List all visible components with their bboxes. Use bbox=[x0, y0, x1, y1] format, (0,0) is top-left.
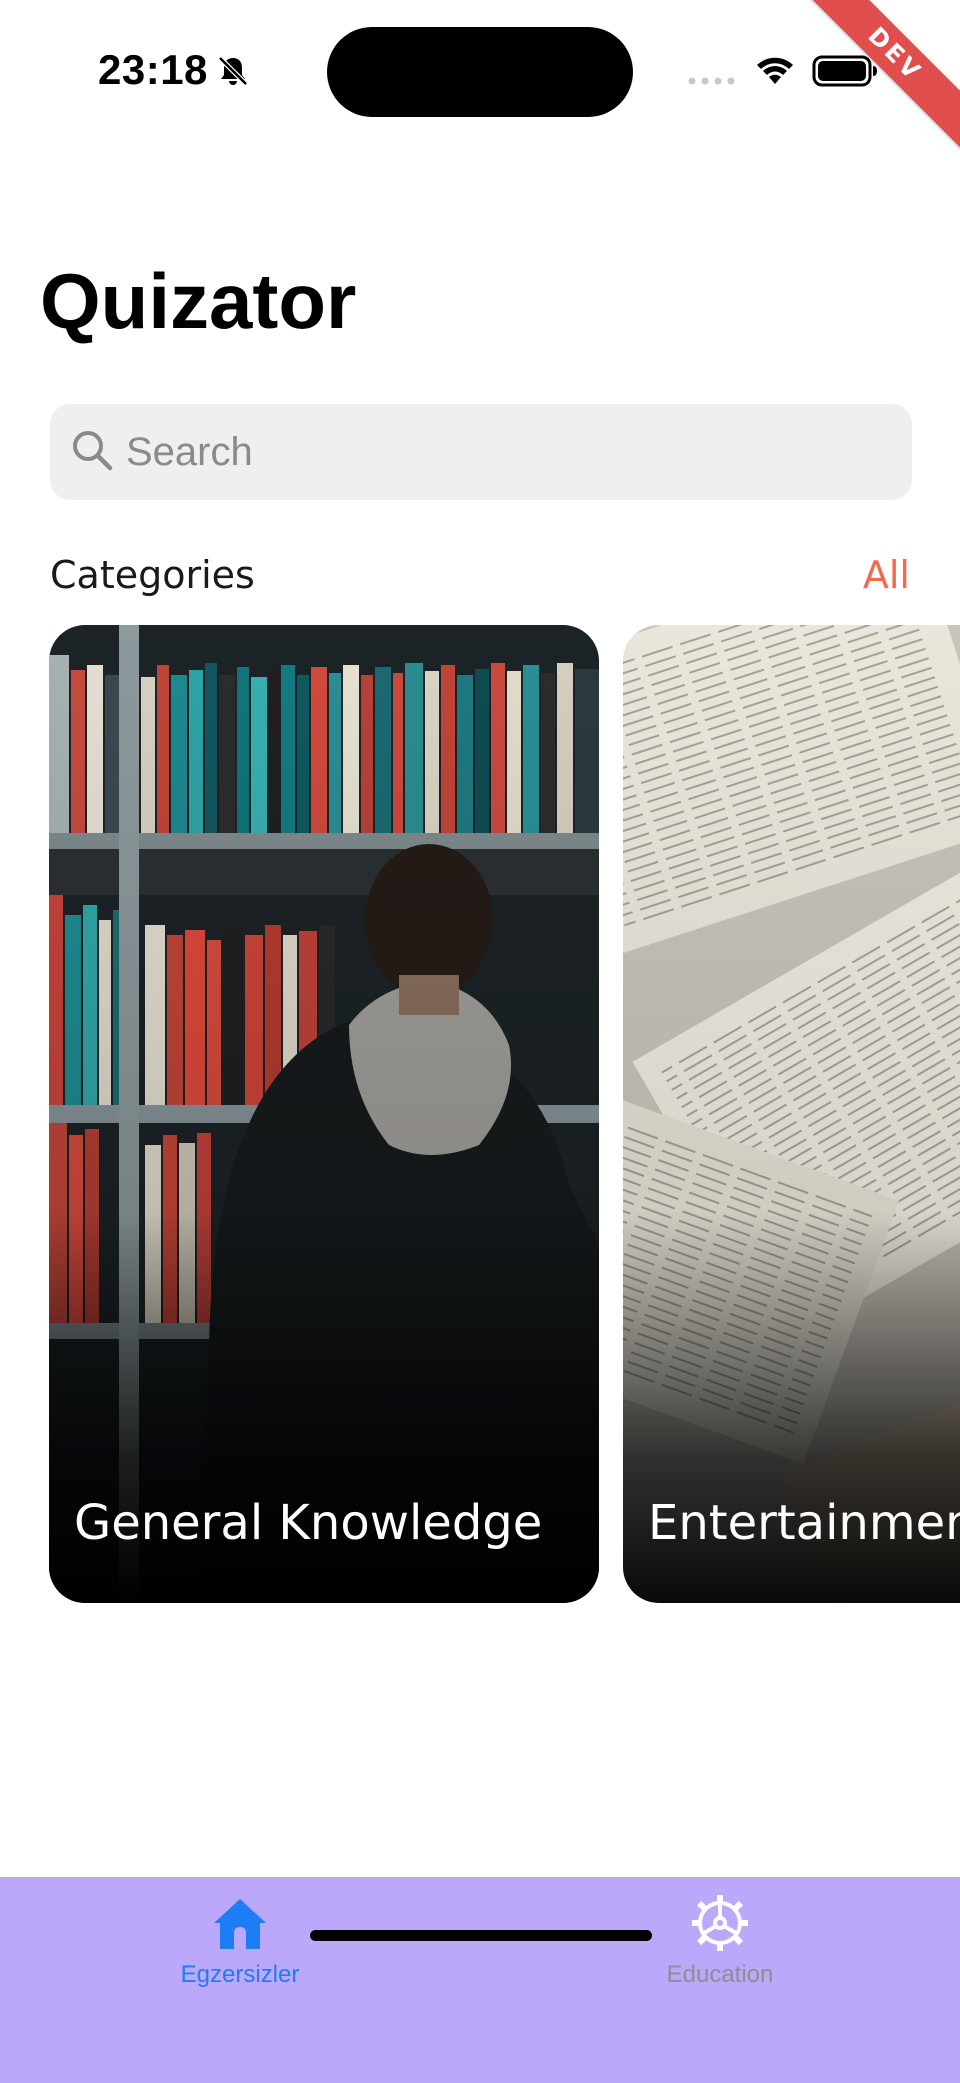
category-card-entertainment[interactable]: Entertainment bbox=[623, 625, 960, 1603]
open-books-image bbox=[623, 625, 960, 1603]
tab-label: Education bbox=[666, 1961, 774, 1988]
home-icon bbox=[214, 1899, 266, 1949]
home-indicator bbox=[310, 1930, 652, 1941]
page-title: Quizator bbox=[40, 257, 357, 345]
bell-slash-icon bbox=[218, 56, 248, 86]
category-card-label: Entertainment bbox=[648, 1495, 960, 1551]
battery-full-icon bbox=[812, 55, 877, 87]
dynamic-island bbox=[327, 27, 633, 117]
tab-label: Egzersizler bbox=[180, 1961, 300, 1988]
gear-icon bbox=[692, 1895, 748, 1951]
tab-education[interactable]: Education bbox=[480, 1877, 960, 2007]
category-card-label: General Knowledge bbox=[74, 1495, 543, 1551]
search-bar[interactable] bbox=[50, 404, 912, 500]
status-time: 23:18 bbox=[98, 46, 208, 93]
category-card-general-knowledge[interactable]: General Knowledge bbox=[49, 625, 599, 1603]
see-all-categories-link[interactable]: All bbox=[863, 553, 910, 597]
tab-egzersizler[interactable]: Egzersizler bbox=[0, 1877, 480, 2007]
cellular-signal-icon bbox=[688, 77, 735, 85]
categories-heading: Categories bbox=[50, 553, 255, 597]
library-bookshelf-image bbox=[49, 625, 599, 1603]
wifi-icon bbox=[757, 57, 793, 84]
status-bar: 23:18 DEV bbox=[0, 0, 960, 157]
bottom-tab-bar: Egzersizler Education bbox=[0, 1877, 960, 2083]
categories-carousel[interactable]: General Knowledge Entertainment bbox=[0, 625, 960, 1603]
search-icon bbox=[73, 431, 113, 471]
search-input[interactable] bbox=[126, 422, 886, 482]
